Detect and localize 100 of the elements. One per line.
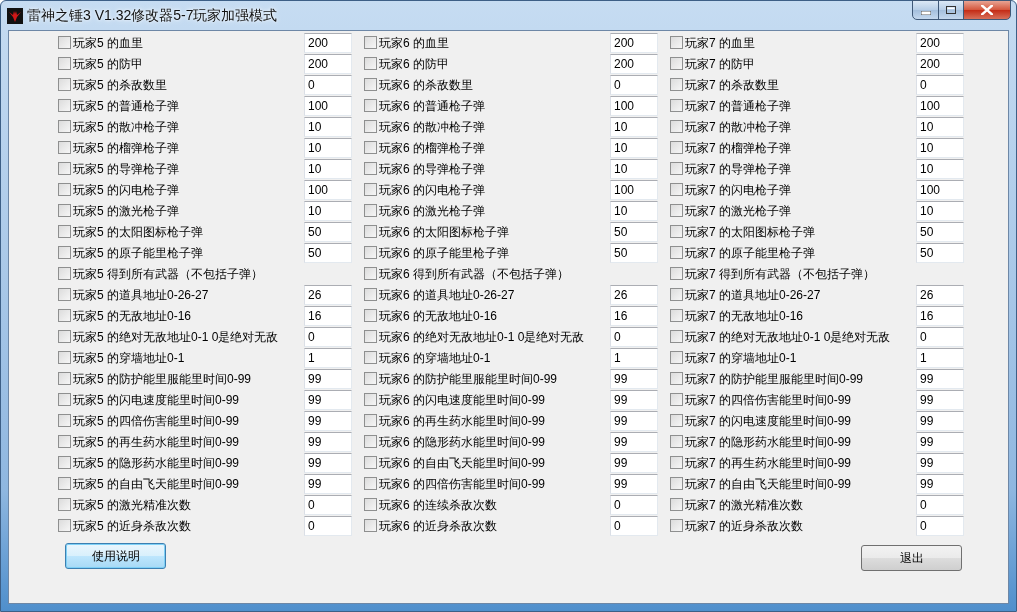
input-field[interactable]: 0 <box>916 494 964 515</box>
checkbox[interactable] <box>58 330 71 343</box>
input-field[interactable]: 200 <box>610 53 658 74</box>
checkbox[interactable] <box>670 498 683 511</box>
checkbox[interactable] <box>670 141 683 154</box>
checkbox[interactable] <box>58 519 71 532</box>
input-field[interactable]: 10 <box>916 200 964 221</box>
checkbox[interactable] <box>364 246 377 259</box>
checkbox[interactable] <box>670 162 683 175</box>
checkbox[interactable] <box>364 330 377 343</box>
checkbox[interactable] <box>58 78 71 91</box>
input-field[interactable]: 50 <box>916 242 964 263</box>
checkbox[interactable] <box>58 309 71 322</box>
checkbox[interactable] <box>670 288 683 301</box>
input-field[interactable]: 100 <box>610 179 658 200</box>
close-button[interactable] <box>963 0 1011 20</box>
checkbox[interactable] <box>364 414 377 427</box>
input-field[interactable]: 99 <box>304 452 352 473</box>
input-field[interactable]: 50 <box>304 221 352 242</box>
checkbox[interactable] <box>58 477 71 490</box>
input-field[interactable]: 99 <box>304 389 352 410</box>
checkbox[interactable] <box>58 267 71 280</box>
input-field[interactable]: 10 <box>610 137 658 158</box>
checkbox[interactable] <box>670 183 683 196</box>
checkbox[interactable] <box>364 477 377 490</box>
checkbox[interactable] <box>58 456 71 469</box>
input-field[interactable]: 0 <box>304 326 352 347</box>
checkbox[interactable] <box>670 246 683 259</box>
checkbox[interactable] <box>58 99 71 112</box>
input-field[interactable]: 10 <box>916 137 964 158</box>
minimize-button[interactable] <box>912 0 939 20</box>
checkbox[interactable] <box>364 162 377 175</box>
checkbox[interactable] <box>58 414 71 427</box>
input-field[interactable]: 50 <box>304 242 352 263</box>
checkbox[interactable] <box>364 225 377 238</box>
input-field[interactable]: 99 <box>610 452 658 473</box>
checkbox[interactable] <box>364 372 377 385</box>
checkbox[interactable] <box>364 456 377 469</box>
input-field[interactable]: 0 <box>916 326 964 347</box>
input-field[interactable]: 10 <box>304 158 352 179</box>
input-field[interactable]: 99 <box>610 410 658 431</box>
input-field[interactable]: 50 <box>610 221 658 242</box>
input-field[interactable]: 100 <box>916 95 964 116</box>
checkbox[interactable] <box>670 267 683 280</box>
input-field[interactable]: 26 <box>916 284 964 305</box>
checkbox[interactable] <box>364 183 377 196</box>
checkbox[interactable] <box>670 414 683 427</box>
checkbox[interactable] <box>364 36 377 49</box>
checkbox[interactable] <box>364 78 377 91</box>
checkbox[interactable] <box>58 204 71 217</box>
checkbox[interactable] <box>670 330 683 343</box>
input-field[interactable]: 0 <box>304 515 352 536</box>
checkbox[interactable] <box>670 36 683 49</box>
input-field[interactable]: 26 <box>610 284 658 305</box>
input-field[interactable]: 10 <box>610 158 658 179</box>
input-field[interactable]: 99 <box>304 431 352 452</box>
checkbox[interactable] <box>58 120 71 133</box>
checkbox[interactable] <box>58 498 71 511</box>
input-field[interactable]: 0 <box>610 494 658 515</box>
checkbox[interactable] <box>58 372 71 385</box>
checkbox[interactable] <box>670 99 683 112</box>
checkbox[interactable] <box>364 267 377 280</box>
input-field[interactable]: 200 <box>304 53 352 74</box>
checkbox[interactable] <box>670 120 683 133</box>
input-field[interactable]: 0 <box>610 74 658 95</box>
checkbox[interactable] <box>364 204 377 217</box>
exit-button[interactable]: 退出 <box>861 545 962 571</box>
input-field[interactable]: 99 <box>916 452 964 473</box>
checkbox[interactable] <box>58 183 71 196</box>
checkbox[interactable] <box>364 393 377 406</box>
input-field[interactable]: 1 <box>916 347 964 368</box>
input-field[interactable]: 10 <box>304 116 352 137</box>
input-field[interactable]: 0 <box>304 74 352 95</box>
input-field[interactable]: 99 <box>916 431 964 452</box>
checkbox[interactable] <box>58 141 71 154</box>
input-field[interactable]: 99 <box>916 389 964 410</box>
input-field[interactable]: 99 <box>610 368 658 389</box>
input-field[interactable]: 100 <box>610 95 658 116</box>
checkbox[interactable] <box>58 162 71 175</box>
input-field[interactable]: 99 <box>610 389 658 410</box>
input-field[interactable]: 10 <box>610 116 658 137</box>
instructions-button[interactable]: 使用说明 <box>65 543 166 569</box>
checkbox[interactable] <box>364 435 377 448</box>
checkbox[interactable] <box>670 351 683 364</box>
checkbox[interactable] <box>670 225 683 238</box>
input-field[interactable]: 10 <box>916 158 964 179</box>
input-field[interactable]: 50 <box>916 221 964 242</box>
input-field[interactable]: 99 <box>916 410 964 431</box>
checkbox[interactable] <box>670 393 683 406</box>
checkbox[interactable] <box>364 288 377 301</box>
input-field[interactable]: 10 <box>916 116 964 137</box>
checkbox[interactable] <box>58 393 71 406</box>
checkbox[interactable] <box>58 225 71 238</box>
checkbox[interactable] <box>58 246 71 259</box>
checkbox[interactable] <box>58 288 71 301</box>
checkbox[interactable] <box>670 204 683 217</box>
checkbox[interactable] <box>364 141 377 154</box>
input-field[interactable]: 16 <box>610 305 658 326</box>
checkbox[interactable] <box>670 519 683 532</box>
checkbox[interactable] <box>670 435 683 448</box>
